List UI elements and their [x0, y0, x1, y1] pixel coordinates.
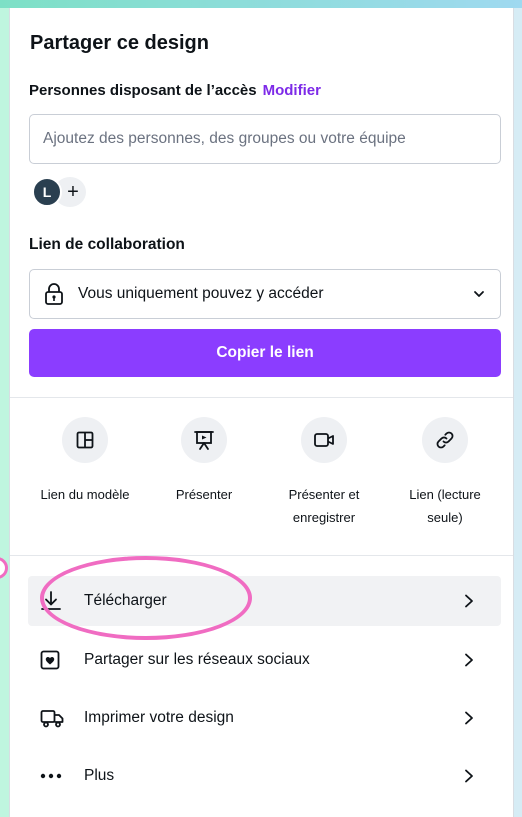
print-icon-wrap — [40, 707, 66, 729]
link-access-select[interactable]: Vous uniquement pouvez y accéder — [29, 269, 501, 319]
collab-link-heading: Lien de collaboration — [29, 236, 185, 253]
social-share-label: Partager sur les réseaux sociaux — [84, 651, 310, 668]
social-heart-icon — [40, 650, 60, 670]
annotation-circle-marker — [0, 557, 8, 579]
access-heading-row: Personnes disposant de l’accès Modifier — [29, 82, 321, 99]
download-label: Télécharger — [84, 592, 167, 609]
option-label-line: seule) — [427, 510, 463, 525]
add-people-input[interactable] — [29, 114, 501, 164]
more-dots-icon — [40, 773, 62, 779]
chevron-down-icon — [474, 291, 484, 297]
more-icon-wrap — [40, 765, 66, 787]
readonly-link-label: Lien (lecture seule) — [390, 483, 500, 529]
option-label-line: Lien (lecture — [409, 487, 481, 502]
link-access-value: Vous uniquement pouvez y accéder — [78, 285, 324, 302]
present-record-option[interactable]: Présenter et enregistrer — [269, 417, 379, 529]
present-icon — [194, 431, 214, 450]
panel-title: Partager ce design — [30, 32, 209, 54]
present-icon-circle — [181, 417, 227, 463]
present-label: Présenter — [149, 483, 259, 506]
more-row[interactable]: Plus — [28, 751, 501, 801]
template-layout-icon — [76, 431, 94, 449]
chevron-right-icon — [465, 711, 473, 725]
access-heading: Personnes disposant de l’accès — [29, 82, 257, 99]
section-divider — [10, 397, 513, 398]
truck-icon — [40, 710, 64, 728]
present-record-label: Présenter et enregistrer — [269, 483, 379, 529]
template-link-icon-circle — [62, 417, 108, 463]
share-panel: Partager ce design Personnes disposant d… — [9, 8, 514, 817]
social-icon-wrap — [40, 649, 66, 671]
chevron-right-icon — [465, 653, 473, 667]
top-color-strip — [0, 0, 522, 8]
template-link-label: Lien du modèle — [30, 483, 140, 506]
download-icon-wrap — [40, 590, 66, 612]
option-label-line: Lien du modèle — [40, 487, 130, 502]
readonly-link-option[interactable]: Lien (lecture seule) — [390, 417, 500, 529]
readonly-link-icon-circle — [422, 417, 468, 463]
option-label-line: enregistrer — [292, 510, 356, 525]
social-share-row[interactable]: Partager sur les réseaux sociaux — [28, 635, 501, 685]
section-divider — [10, 555, 513, 556]
template-link-option[interactable]: Lien du modèle — [30, 417, 140, 506]
download-row[interactable]: Télécharger — [28, 576, 501, 626]
plus-icon: + — [67, 180, 79, 203]
link-icon — [436, 431, 454, 449]
avatar[interactable]: L — [32, 177, 62, 207]
download-icon — [41, 591, 61, 610]
present-option[interactable]: Présenter — [149, 417, 259, 506]
lock-icon — [45, 283, 63, 305]
present-record-icon-circle — [301, 417, 347, 463]
more-label: Plus — [84, 767, 115, 784]
modify-link[interactable]: Modifier — [263, 82, 321, 99]
copy-link-button[interactable]: Copier le lien — [29, 329, 501, 377]
print-row[interactable]: Imprimer votre design — [28, 693, 501, 743]
chevron-right-icon — [465, 769, 473, 783]
print-label: Imprimer votre design — [84, 709, 234, 726]
chevron-right-icon — [465, 594, 473, 608]
option-label-line: Présenter et — [288, 487, 360, 502]
record-camera-icon — [314, 433, 334, 447]
option-label-line: Présenter — [175, 487, 233, 502]
